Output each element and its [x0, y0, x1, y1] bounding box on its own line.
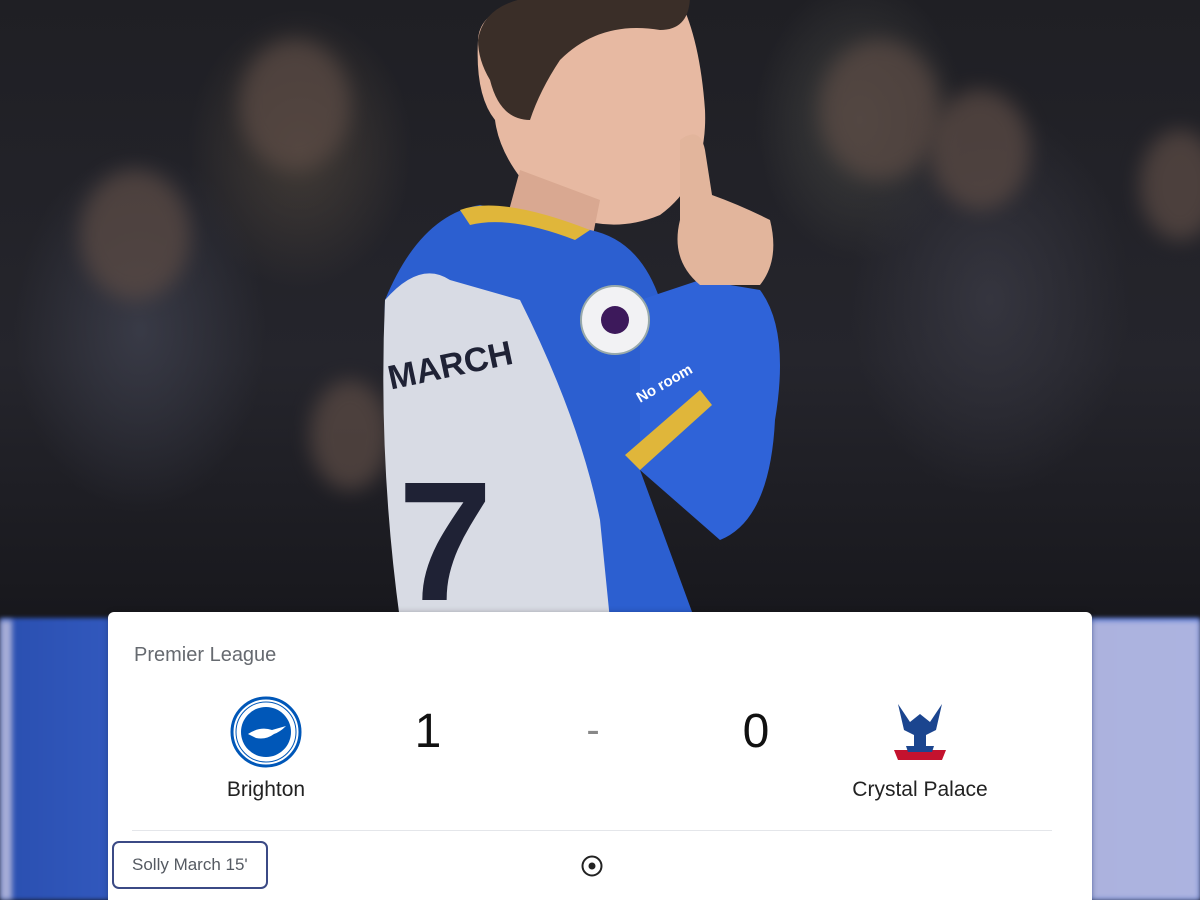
- home-score: 1: [414, 705, 442, 758]
- score-separator: -: [586, 708, 600, 752]
- brighton-crest-icon: [230, 696, 302, 768]
- jersey-number: 7: [398, 447, 493, 620]
- card-divider: [132, 830, 1052, 831]
- football-icon: [581, 855, 603, 877]
- home-team-name: Brighton: [226, 778, 306, 801]
- player-figure: MARCH 7 No room: [383, 0, 780, 620]
- goal-scorer-chip[interactable]: Solly March 15': [112, 841, 268, 889]
- crystal-palace-crest-icon: [894, 704, 946, 760]
- away-team[interactable]: Crystal Palace: [810, 696, 1030, 802]
- away-team-name: Crystal Palace: [852, 778, 988, 801]
- home-team[interactable]: Brighton: [156, 696, 376, 802]
- away-score: 0: [742, 705, 770, 758]
- competition-label: Premier League: [134, 644, 277, 666]
- score-card: Premier League Brighton 1 - 0 Crystal Pa…: [108, 612, 1092, 900]
